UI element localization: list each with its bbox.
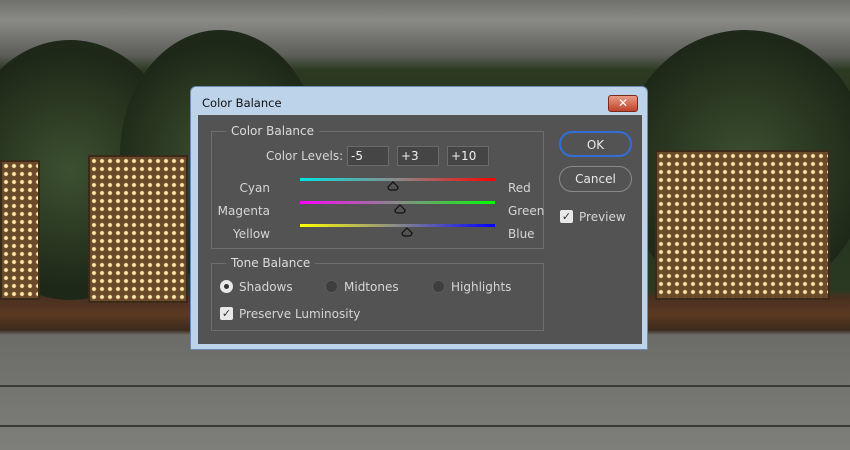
highlights-label[interactable]: Highlights: [451, 280, 511, 294]
tone-balance-group: Tone Balance Shadows Midtones Highlights…: [211, 256, 544, 331]
color-balance-group: Color Balance Color Levels: -5 +3 +10 Cy…: [211, 124, 545, 249]
color-balance-dialog: Color Balance ✕ Color Balance Color Leve…: [190, 86, 648, 350]
preview-label[interactable]: Preview: [579, 210, 626, 224]
preview-checkbox[interactable]: ✓: [560, 210, 573, 223]
color-slider-track[interactable]: [300, 224, 495, 227]
close-icon: ✕: [617, 96, 629, 110]
dialog-title: Color Balance: [202, 96, 282, 110]
ok-button[interactable]: OK: [559, 131, 632, 157]
slider-left-label: Cyan: [239, 181, 270, 195]
paving-line: [0, 425, 850, 427]
marquee-letter-m: [655, 150, 830, 300]
group-legend: Tone Balance: [226, 256, 316, 270]
shadows-label[interactable]: Shadows: [239, 280, 293, 294]
midtones-label[interactable]: Midtones: [344, 280, 399, 294]
dialog-content: Color Balance Color Levels: -5 +3 +10 Cy…: [198, 115, 642, 344]
slider-right-label: Red: [508, 181, 531, 195]
slider-thumb[interactable]: [401, 226, 413, 237]
shadows-radio[interactable]: [220, 280, 233, 293]
level-magenta-green-input[interactable]: +3: [397, 146, 439, 166]
slider-thumb[interactable]: [394, 203, 407, 214]
slider-right-label: Blue: [508, 227, 535, 241]
level-yellow-blue-input[interactable]: +10: [447, 146, 489, 166]
midtones-radio[interactable]: [325, 280, 338, 293]
preserve-luminosity-label[interactable]: Preserve Luminosity: [239, 307, 360, 321]
slider-right-label: Green: [508, 204, 545, 218]
highlights-radio[interactable]: [432, 280, 445, 293]
marquee-letter: [0, 160, 40, 300]
paving-line: [0, 385, 850, 387]
slider-thumb[interactable]: [387, 180, 399, 191]
slider-left-label: Magenta: [217, 204, 270, 218]
color-levels-label: Color Levels:: [266, 149, 344, 163]
marquee-letter-e: [88, 155, 188, 303]
group-legend: Color Balance: [226, 124, 320, 138]
close-button[interactable]: ✕: [608, 95, 638, 112]
preserve-luminosity-checkbox[interactable]: ✓: [220, 307, 233, 320]
cancel-button[interactable]: Cancel: [559, 166, 632, 192]
level-cyan-red-input[interactable]: -5: [347, 146, 389, 166]
slider-left-label: Yellow: [233, 227, 270, 241]
